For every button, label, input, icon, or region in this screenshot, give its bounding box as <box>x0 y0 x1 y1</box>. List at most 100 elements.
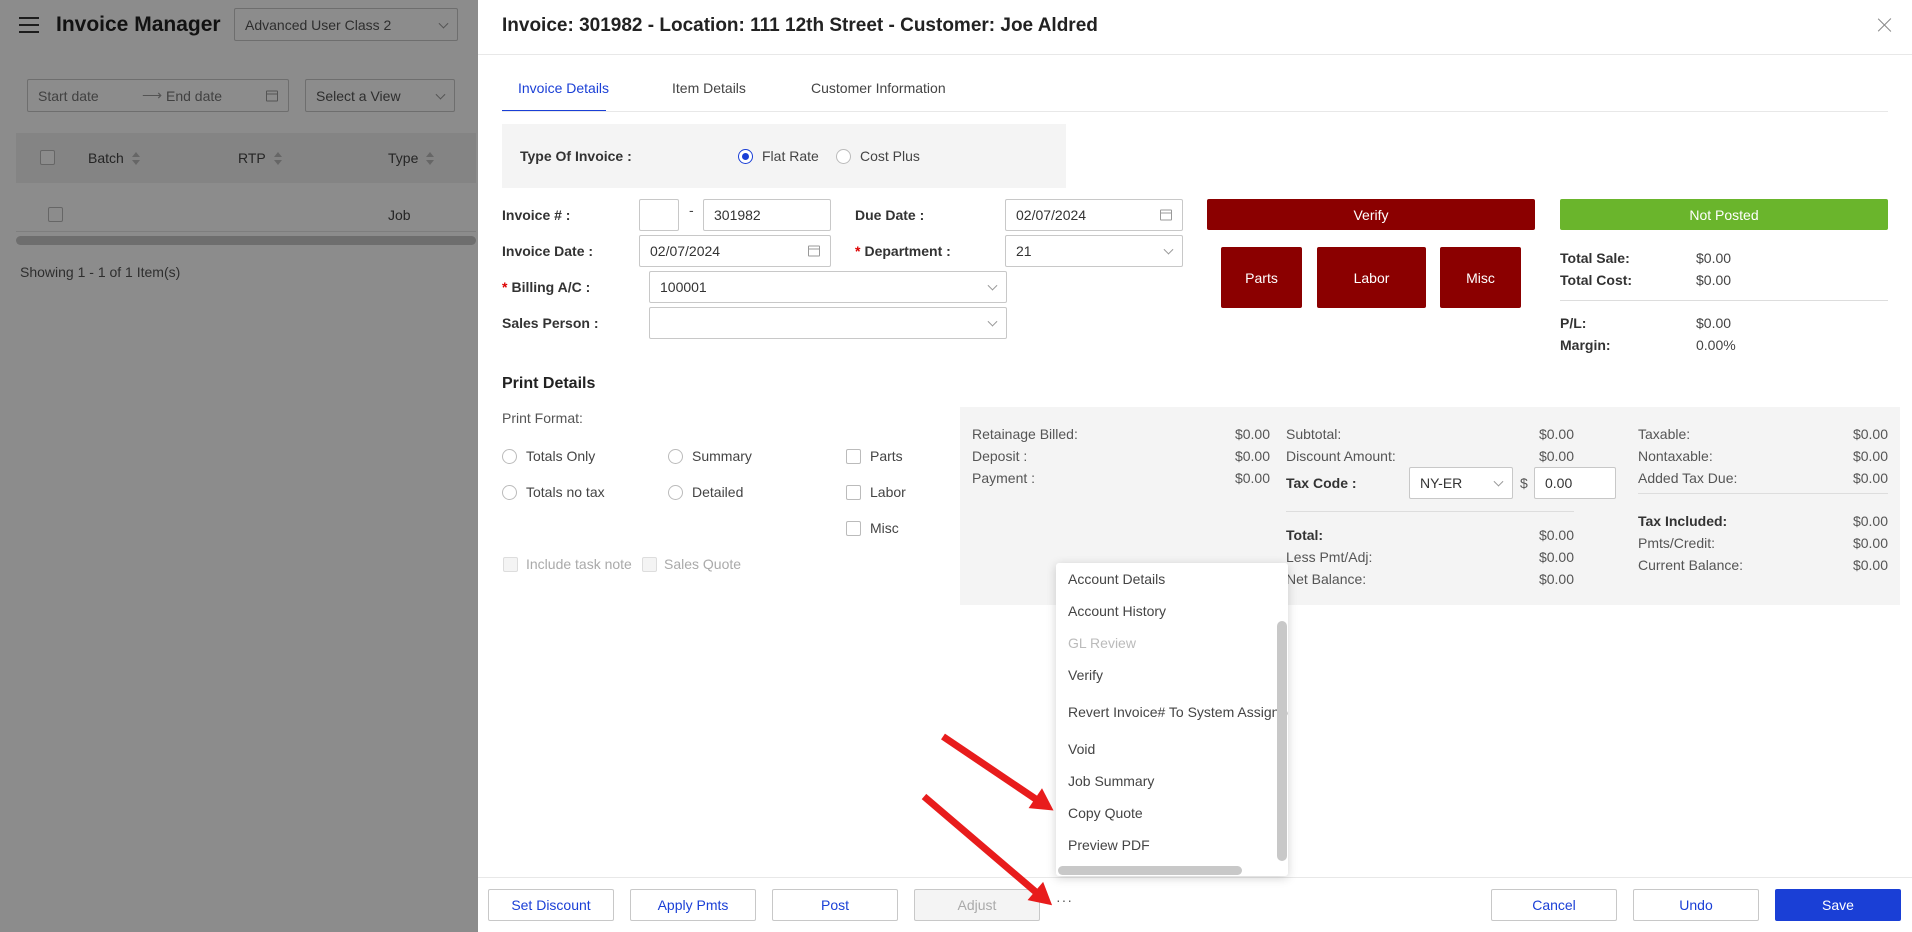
apply-pmts-button[interactable]: Apply Pmts <box>630 889 756 921</box>
less-pmt-label: Less Pmt/Adj: <box>1286 549 1373 565</box>
nontaxable-label: Nontaxable: <box>1638 448 1713 464</box>
cost-plus-label: Cost Plus <box>860 148 920 164</box>
footer-divider <box>478 877 1912 878</box>
invoice-date-input[interactable]: 02/07/2024 <box>639 235 831 267</box>
totals-no-tax-radio[interactable] <box>502 485 517 500</box>
invoice-date-label: Invoice Date : <box>502 243 594 259</box>
tab-item-details[interactable]: Item Details <box>672 80 746 96</box>
divider <box>1286 511 1574 512</box>
more-options-menu: Account Details Account History GL Revie… <box>1056 563 1288 876</box>
include-task-note-label: Include task note <box>526 556 632 572</box>
labor-checkbox[interactable] <box>846 485 861 500</box>
type-of-invoice-box: Type Of Invoice : Flat Rate Cost Plus <box>502 124 1066 188</box>
due-date-input[interactable]: 02/07/2024 <box>1005 199 1183 231</box>
tax-included-value: $0.00 <box>1852 513 1888 529</box>
department-select[interactable]: 21 <box>1005 235 1183 267</box>
menu-horizontal-scrollbar[interactable] <box>1058 866 1242 875</box>
taxable-value: $0.00 <box>1852 426 1888 442</box>
flat-rate-label: Flat Rate <box>762 148 819 164</box>
cost-plus-radio[interactable] <box>836 149 851 164</box>
save-button[interactable]: Save <box>1775 889 1901 921</box>
less-pmt-value: $0.00 <box>1538 549 1574 565</box>
total-value: $0.00 <box>1538 527 1574 543</box>
summary-label: Summary <box>692 448 752 464</box>
flat-rate-radio[interactable] <box>738 149 753 164</box>
divider <box>502 111 1888 112</box>
pl-value: $0.00 <box>1696 315 1732 331</box>
tax-code-label: Tax Code : <box>1286 475 1357 491</box>
invoice-number-input[interactable]: 301982 <box>703 199 831 231</box>
totals-only-radio[interactable] <box>502 449 517 464</box>
margin-value: 0.00% <box>1696 337 1736 353</box>
type-of-invoice-label: Type Of Invoice : <box>520 148 632 164</box>
pmts-credit-value: $0.00 <box>1852 535 1888 551</box>
totals-no-tax-label: Totals no tax <box>526 484 605 500</box>
net-balance-label: Net Balance: <box>1286 571 1367 587</box>
status-badge: Not Posted <box>1560 199 1888 230</box>
divider <box>478 54 1912 55</box>
menu-item-preview-pdf[interactable]: Preview PDF <box>1068 837 1150 853</box>
print-details-title: Print Details <box>502 375 596 392</box>
menu-item-job-summary[interactable]: Job Summary <box>1068 773 1154 789</box>
retainage-value: $0.00 <box>1234 426 1270 442</box>
added-tax-label: Added Tax Due: <box>1638 470 1738 486</box>
menu-item-void[interactable]: Void <box>1068 741 1095 757</box>
invoice-number-value: 301982 <box>714 207 761 223</box>
invoice-prefix-input[interactable] <box>639 199 679 231</box>
payment-value: $0.00 <box>1234 470 1270 486</box>
total-sale-value: $0.00 <box>1696 250 1732 266</box>
totals-only-label: Totals Only <box>526 448 596 464</box>
current-balance-label: Current Balance: <box>1638 557 1744 573</box>
due-date-value: 02/07/2024 <box>1016 207 1087 223</box>
labor-button[interactable]: Labor <box>1317 247 1426 308</box>
total-cost-value: $0.00 <box>1696 272 1732 288</box>
parts-button[interactable]: Parts <box>1221 247 1302 308</box>
modal-backdrop[interactable] <box>0 0 478 932</box>
department-label-text: Department : <box>864 243 951 259</box>
tax-amount-input[interactable]: 0.00 <box>1534 467 1616 499</box>
tax-code-select[interactable]: NY-ER <box>1409 467 1513 499</box>
tab-customer-information[interactable]: Customer Information <box>811 80 946 96</box>
added-tax-value: $0.00 <box>1852 470 1888 486</box>
menu-item-account-history[interactable]: Account History <box>1068 603 1166 619</box>
tab-invoice-details[interactable]: Invoice Details <box>518 80 609 96</box>
parts-checkbox-label: Parts <box>870 448 903 464</box>
chevron-down-icon <box>987 280 998 291</box>
sales-person-label: Sales Person : <box>502 315 599 331</box>
adjust-button[interactable]: Adjust <box>914 889 1040 921</box>
menu-item-copy-quote[interactable]: Copy Quote <box>1068 805 1143 821</box>
set-discount-button[interactable]: Set Discount <box>488 889 614 921</box>
billing-ac-label: * Billing A/C : <box>502 279 591 295</box>
misc-checkbox[interactable] <box>846 521 861 536</box>
detailed-radio[interactable] <box>668 485 683 500</box>
menu-item-gl-review[interactable]: GL Review <box>1068 635 1136 651</box>
margin-label: Margin: <box>1560 337 1611 353</box>
current-balance-value: $0.00 <box>1852 557 1888 573</box>
panel-title: Invoice: 301982 - Location: 111 12th Str… <box>502 15 1098 36</box>
summary-radio[interactable] <box>668 449 683 464</box>
menu-item-account-details[interactable]: Account Details <box>1068 571 1165 587</box>
chevron-down-icon <box>1493 476 1504 487</box>
net-balance-value: $0.00 <box>1538 571 1574 587</box>
close-icon[interactable] <box>1876 16 1894 34</box>
cancel-button[interactable]: Cancel <box>1491 889 1617 921</box>
parts-checkbox[interactable] <box>846 449 861 464</box>
pmts-credit-label: Pmts/Credit: <box>1638 535 1716 551</box>
menu-vertical-scrollbar[interactable] <box>1277 621 1287 861</box>
include-task-note-checkbox[interactable] <box>503 557 518 572</box>
post-button[interactable]: Post <box>772 889 898 921</box>
menu-item-verify[interactable]: Verify <box>1068 667 1103 683</box>
deposit-label: Deposit : <box>972 448 1028 464</box>
undo-button[interactable]: Undo <box>1633 889 1759 921</box>
print-format-label: Print Format: <box>502 410 583 426</box>
sales-person-select[interactable] <box>649 307 1007 339</box>
sales-quote-checkbox[interactable] <box>642 557 657 572</box>
verify-button[interactable]: Verify <box>1207 199 1535 230</box>
misc-button[interactable]: Misc <box>1440 247 1521 308</box>
menu-item-revert-invoice[interactable]: Revert Invoice# To System Assigned <box>1068 704 1288 720</box>
billing-ac-select[interactable]: 100001 <box>649 271 1007 303</box>
discount-value: $0.00 <box>1538 448 1574 464</box>
invoice-separator: - <box>689 202 694 218</box>
tax-included-label: Tax Included: <box>1638 513 1728 529</box>
total-label: Total: <box>1286 527 1324 543</box>
